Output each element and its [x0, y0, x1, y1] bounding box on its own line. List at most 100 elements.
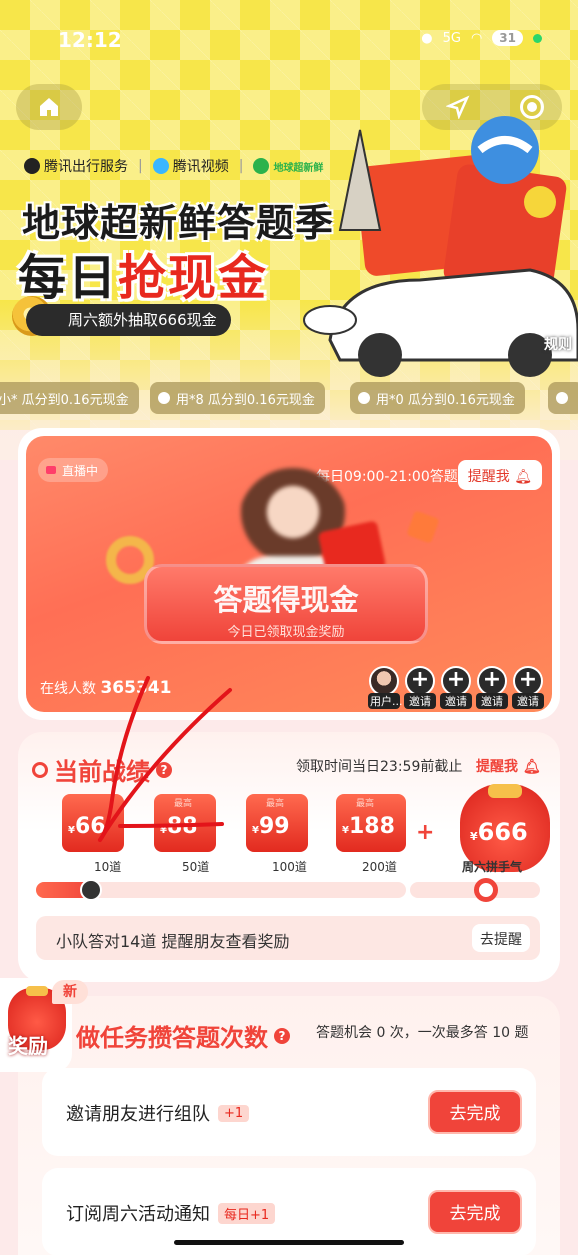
winner-ticker: 小* 瓜分到0.16元现金 用*8 瓜分到0.16元现金 用*0 瓜分到0.16… [0, 382, 578, 416]
status-icons: ● 5G ◠ 31 [421, 30, 542, 46]
quiz-hours: 每日09:00-21:00答题 [316, 469, 458, 485]
task-reward-badge: 每日+1 [218, 1202, 276, 1224]
live-quiz-card: 直播中 每日09:00-21:00答题 提醒我 🔔︎ 答题得现金 今日已领取现金… [18, 428, 560, 720]
task-item: 邀请朋友进行组队 +1 去完成 [42, 1068, 536, 1156]
go-remind-button[interactable]: 去提醒 [472, 924, 530, 952]
plus-icon: + [405, 666, 435, 696]
online-label: 在线人数 [40, 681, 96, 697]
ticker-item: 用*8 瓜分到0.16元现金 [150, 382, 325, 414]
bonus-amount: ¥666 [470, 818, 528, 846]
prize-tag: 最高 [174, 799, 193, 809]
invite-label: 邀请 [512, 693, 544, 709]
currency: ¥ [160, 825, 167, 836]
battle-remind-label: 提醒我 [476, 759, 518, 775]
battle-remind-button[interactable]: 提醒我 🔔︎ [476, 756, 541, 776]
tencent-video-icon [152, 158, 169, 174]
home-indicator[interactable] [174, 1240, 404, 1245]
coin-icon [556, 392, 568, 404]
help-icon[interactable]: ? [274, 1027, 290, 1044]
team-avatars: 用户... + 邀请 + 邀请 + 邀请 + 邀请 [368, 666, 544, 709]
hero-subtitle-b: 抢现金 [118, 250, 269, 306]
earth-fresh-logo-icon [253, 158, 270, 174]
home-button[interactable] [16, 84, 82, 130]
invite-slot[interactable]: + 邀请 [404, 666, 436, 709]
battle-record-card: 当前战绩? 领取时间当日23:59前截止 提醒我 🔔︎ ¥66 10道 最高 ¥8… [18, 732, 560, 982]
remind-tip-text: 小队答对14道 提醒朋友查看奖励 [56, 932, 290, 951]
progress-avatar-knob [80, 879, 102, 901]
red-packet-prize[interactable]: 最高 ¥99 [246, 794, 308, 852]
location-icon: ● [421, 30, 433, 46]
task-reward-badge: +1 [218, 1104, 250, 1122]
ticker-text: 小* 瓜分到0.16元现金 [0, 392, 129, 408]
bell-icon: 🔔︎ [514, 469, 532, 485]
invite-slot[interactable]: + 邀请 [512, 666, 544, 709]
status-bar: 12:12 ● 5G ◠ 31 [0, 26, 578, 56]
team-member-avatar[interactable]: 用户... [368, 666, 403, 709]
ticker-text: 用*0 瓜分到0.16元现金 [376, 392, 515, 408]
plus-icon: + [441, 666, 471, 696]
rules-link[interactable]: 规则 [544, 334, 572, 354]
remind-tip-bar: 小队答对14道 提醒朋友查看奖励 去提醒 [36, 916, 540, 960]
bonus-knob [474, 878, 498, 902]
complete-task-button[interactable]: 去完成 [428, 1090, 522, 1134]
ticker-item [548, 382, 578, 414]
bell-icon: 🔔︎ [522, 759, 541, 775]
progress-track [36, 879, 406, 901]
battery-icon: 31 [492, 30, 523, 46]
bullet-icon [32, 761, 48, 778]
answer-quiz-button[interactable]: 答题得现金 今日已领取现金奖励 [144, 564, 428, 644]
reward-float-button[interactable]: 奖励 新 [0, 978, 88, 1072]
online-count: 在线人数 365341 [40, 678, 171, 698]
bonus-label: 周六拼手气 [462, 860, 523, 874]
prize-label: 50道 [182, 860, 210, 874]
invite-label: 邀请 [440, 693, 472, 709]
promo-banner: 周六额外抽取666现金 [26, 304, 231, 336]
sponsor-label: 腾讯出行服务 [44, 159, 128, 175]
hero-subtitle: 每日抢现金 [18, 238, 268, 308]
plus-icon: + [416, 820, 435, 845]
coin-icon [158, 392, 170, 404]
sponsor-tencent-video: 腾讯视频 [152, 156, 229, 176]
online-number: 365341 [100, 678, 172, 698]
hero-illustration [303, 116, 578, 377]
tasks-title: 做任务攒答题次数? [76, 1018, 290, 1053]
red-packet-prize[interactable]: ¥66 [62, 794, 124, 852]
currency: ¥ [342, 825, 349, 836]
remind-me-label: 提醒我 [467, 469, 510, 485]
star-decoration [406, 510, 440, 544]
tasks-section: 做任务攒答题次数? 答题机会 0 次，一次最多答 10 题 邀请朋友进行组队 +1… [18, 996, 560, 1255]
invite-slot[interactable]: + 邀请 [476, 666, 508, 709]
currency: ¥ [252, 825, 259, 836]
prize-value: 188 [348, 814, 395, 839]
claim-deadline: 领取时间当日23:59前截止 [296, 759, 463, 775]
invite-label: 邀请 [404, 693, 436, 709]
prize-value: 88 [166, 814, 198, 839]
prize-row: ¥66 10道 最高 ¥88 50道 最高 ¥99 100道 最高 ¥188 200道… [36, 784, 550, 874]
avatar [369, 666, 399, 696]
complete-task-button[interactable]: 去完成 [428, 1190, 522, 1234]
battle-title-text: 当前战绩 [54, 758, 150, 786]
answer-quiz-title: 答题得现金 [213, 583, 359, 617]
prize-label: 100道 [272, 860, 307, 874]
red-packet-prize[interactable]: 最高 ¥188 [336, 794, 406, 852]
task-name-text: 邀请朋友进行组队 [66, 1104, 210, 1125]
tasks-hint: 答题机会 0 次，一次最多答 10 题 [316, 1025, 529, 1041]
camera-indicator-icon [533, 33, 542, 43]
currency: ¥ [470, 830, 478, 843]
live-badge: 直播中 [38, 458, 109, 482]
prize-amount: ¥99 [252, 814, 290, 839]
reward-label: 奖励 [8, 1034, 48, 1058]
help-icon[interactable]: ? [156, 761, 172, 778]
task-name: 邀请朋友进行组队 +1 [66, 1100, 250, 1126]
ticker-item: 用*0 瓜分到0.16元现金 [350, 382, 525, 414]
battle-title: 当前战绩? [32, 752, 172, 787]
remind-me-button[interactable]: 提醒我 🔔︎ [457, 460, 542, 490]
task-name: 订阅周六活动通知 每日+1 [66, 1200, 276, 1226]
tasks-title-text: 做任务攒答题次数 [76, 1024, 268, 1052]
red-packet-prize[interactable]: 最高 ¥88 [154, 794, 216, 852]
plus-icon: + [513, 666, 543, 696]
sponsor-tencent-mobility: 腾讯出行服务 [24, 156, 128, 176]
invite-slot[interactable]: + 邀请 [440, 666, 472, 709]
plus-icon: + [477, 666, 507, 696]
coin-icon [358, 392, 370, 404]
